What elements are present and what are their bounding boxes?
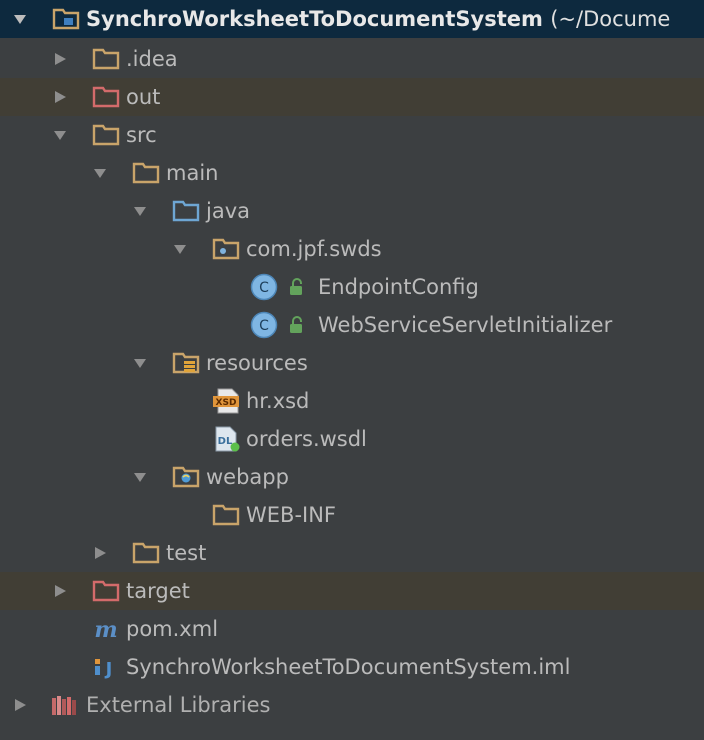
- tree-item-label: java: [206, 199, 250, 223]
- tree-row-orders-wsdl[interactable]: DL orders.wsdl: [0, 420, 704, 458]
- source-folder-icon: [172, 200, 200, 222]
- svg-text:J: J: [104, 659, 113, 679]
- tree-item-label: resources: [206, 351, 308, 375]
- tree-row-webapp[interactable]: webapp: [0, 458, 704, 496]
- tree-item-label: target: [126, 579, 190, 603]
- package-icon: [212, 238, 240, 260]
- web-folder-icon: [172, 466, 200, 488]
- tree-row-target[interactable]: target: [0, 572, 704, 610]
- tree-item-label: orders.wsdl: [246, 427, 367, 451]
- tree-item-label: WebServiceServletInitializer: [318, 313, 613, 337]
- tree-row-project-root[interactable]: SynchroWorksheetToDocumentSystem (~/Docu…: [0, 0, 704, 38]
- chevron-down-icon[interactable]: [92, 165, 108, 181]
- tree-item-label: main: [166, 161, 219, 185]
- libraries-icon: [52, 696, 76, 715]
- chevron-down-icon[interactable]: [52, 127, 68, 143]
- excluded-folder-icon: [92, 86, 120, 108]
- xsd-file-icon: XSD: [213, 388, 239, 414]
- tree-item-label: hr.xsd: [246, 389, 310, 413]
- chevron-down-icon[interactable]: [172, 241, 188, 257]
- tree-row-webservice-initializer[interactable]: C WebServiceServletInitializer: [0, 306, 704, 344]
- svg-text:DL: DL: [218, 436, 233, 447]
- svg-text:XSD: XSD: [216, 398, 237, 408]
- chevron-right-icon[interactable]: [12, 697, 28, 713]
- tree-row-package[interactable]: com.jpf.swds: [0, 230, 704, 268]
- tree-row-web-inf[interactable]: WEB-INF: [0, 496, 704, 534]
- tree-item-label: SynchroWorksheetToDocumentSystem.iml: [126, 655, 571, 679]
- tree-row-external-libraries[interactable]: External Libraries: [0, 686, 704, 724]
- tree-row-out[interactable]: out: [0, 78, 704, 116]
- module-file-icon: J: [95, 659, 113, 679]
- tree-row-idea[interactable]: .idea: [0, 40, 704, 78]
- tree-row-resources[interactable]: resources: [0, 344, 704, 382]
- tree-item-label: .idea: [126, 47, 178, 71]
- class-icon: C: [250, 311, 278, 339]
- tree-row-iml[interactable]: J SynchroWorksheetToDocumentSystem.iml: [0, 648, 704, 686]
- tree-item-label: webapp: [206, 465, 289, 489]
- chevron-right-icon[interactable]: [52, 51, 68, 67]
- tree-row-java[interactable]: java: [0, 192, 704, 230]
- tree-item-label: External Libraries: [86, 693, 271, 717]
- svg-text:C: C: [259, 280, 269, 296]
- lock-icon: [290, 316, 302, 333]
- chevron-right-icon[interactable]: [92, 545, 108, 561]
- tree-item-label: WEB-INF: [246, 503, 336, 527]
- folder-icon: [132, 542, 160, 564]
- tree-row-src[interactable]: src: [0, 116, 704, 154]
- excluded-folder-icon: [92, 580, 120, 602]
- folder-icon: [92, 48, 120, 70]
- chevron-right-icon[interactable]: [52, 89, 68, 105]
- folder-icon: [92, 124, 120, 146]
- chevron-down-icon[interactable]: [12, 11, 28, 27]
- tree-row-endpoint-config[interactable]: C EndpointConfig: [0, 268, 704, 306]
- tree-row-pom-xml[interactable]: m pom.xml: [0, 610, 704, 648]
- chevron-right-icon[interactable]: [52, 583, 68, 599]
- chevron-down-icon[interactable]: [132, 469, 148, 485]
- svg-text:m: m: [94, 617, 117, 641]
- svg-text:C: C: [259, 318, 269, 334]
- tree-item-label: test: [166, 541, 207, 565]
- project-tree: SynchroWorksheetToDocumentSystem (~/Docu…: [0, 0, 704, 740]
- class-icon: C: [250, 273, 278, 301]
- folder-icon: [132, 162, 160, 184]
- tree-item-label: src: [126, 123, 157, 147]
- tree-item-label: out: [126, 85, 161, 109]
- project-root-label: SynchroWorksheetToDocumentSystem (~/Docu…: [86, 7, 671, 31]
- wsdl-file-icon: DL: [215, 426, 240, 452]
- folder-icon: [212, 504, 240, 526]
- tree-row-test[interactable]: test: [0, 534, 704, 572]
- module-folder-icon: [52, 8, 80, 30]
- maven-icon: m: [94, 617, 117, 641]
- tree-item-label: EndpointConfig: [318, 275, 479, 299]
- tree-row-main[interactable]: main: [0, 154, 704, 192]
- resources-folder-icon: [172, 352, 200, 374]
- tree-item-label: com.jpf.swds: [246, 237, 382, 261]
- tree-item-label: pom.xml: [126, 617, 219, 641]
- lock-icon: [290, 278, 302, 295]
- chevron-down-icon[interactable]: [132, 203, 148, 219]
- chevron-down-icon[interactable]: [132, 355, 148, 371]
- tree-row-hr-xsd[interactable]: XSD hr.xsd: [0, 382, 704, 420]
